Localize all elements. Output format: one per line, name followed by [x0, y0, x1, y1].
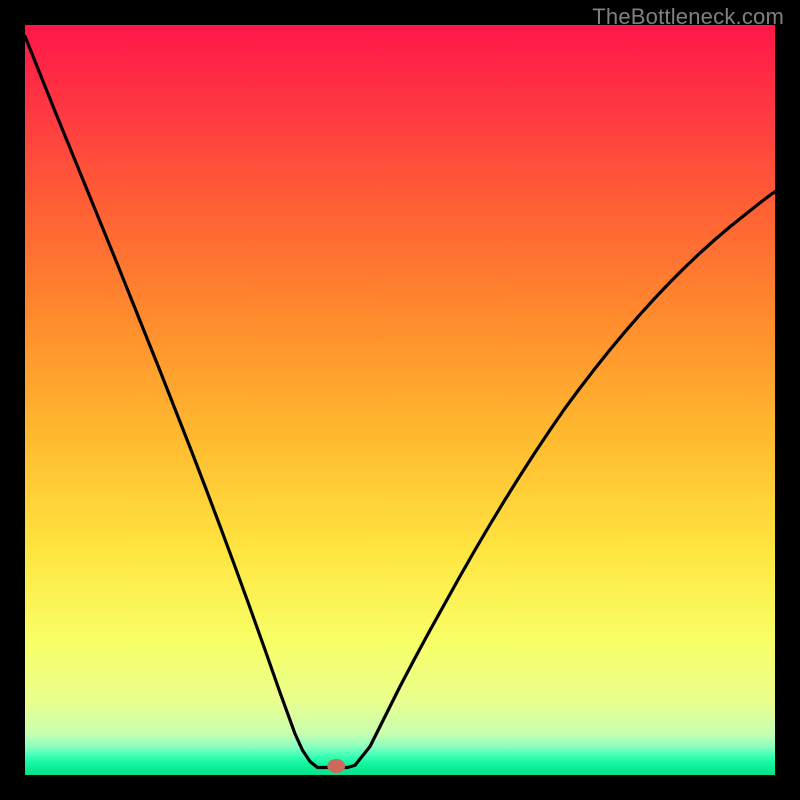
plot-area [25, 25, 775, 775]
watermark-text: TheBottleneck.com [592, 4, 784, 30]
optimal-point-marker [327, 759, 345, 773]
chart-frame: TheBottleneck.com [0, 0, 800, 800]
bottleneck-chart-svg [25, 25, 775, 775]
gradient-background [25, 25, 775, 775]
